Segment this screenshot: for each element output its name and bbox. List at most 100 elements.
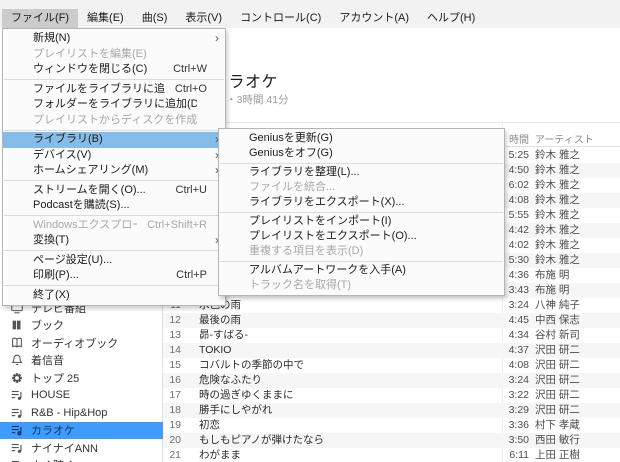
menu-item[interactable]: プレイリストをエクスポート(O)... xyxy=(219,229,504,244)
menu-item[interactable]: プレイリストをインポート(I) xyxy=(219,214,504,229)
track-time: 3:24 xyxy=(485,373,529,388)
menu-item-shortcut xyxy=(476,180,486,195)
menu-item[interactable]: Podcastを購読(S)... xyxy=(3,198,225,214)
track-time: 3:36 xyxy=(485,418,529,433)
track-artist: 八神 純子 xyxy=(535,298,580,313)
sidebar-item-ブック[interactable]: ブック xyxy=(0,317,163,335)
menu-separator xyxy=(220,261,503,262)
playlist-icon xyxy=(10,458,24,462)
sidebar-item-着信音[interactable]: 着信音 xyxy=(0,352,163,370)
track-number: 15 xyxy=(163,358,181,373)
menu-item[interactable]: ストリームを開く(O)... Ctrl+U xyxy=(3,183,225,199)
sidebar-item-よく聴く[interactable]: よく聴く xyxy=(0,457,163,462)
sidebar-item-ナイナイANN[interactable]: ナイナイANN xyxy=(0,439,163,457)
playlist-icon xyxy=(10,406,24,420)
menu-item-label: デバイス(V) xyxy=(33,148,197,164)
menu-item[interactable]: 変換(T) › xyxy=(3,233,225,249)
menu-item-shortcut xyxy=(476,146,486,161)
track-time: 3:22 xyxy=(485,388,529,403)
menubar-item[interactable]: 表示(V) xyxy=(176,9,231,28)
track-artist: 沢田 研二 xyxy=(535,388,580,403)
column-header-artist[interactable]: アーティスト xyxy=(535,131,594,146)
track-artist: 鈴木 雅之 xyxy=(535,193,580,208)
track-title: 最後の雨 xyxy=(199,313,490,328)
menu-item[interactable]: ウィンドウを閉じる(C) Ctrl+W xyxy=(3,62,225,78)
menu-item[interactable]: ライブラリを整理(L)... xyxy=(219,165,504,180)
menu-item[interactable]: プレイリストを編集(E) xyxy=(3,47,225,63)
table-row[interactable]: 20 もしもピアノが弾けたなら 3:50 西田 敏行 xyxy=(163,433,620,448)
track-number: 14 xyxy=(163,343,181,358)
sidebar-item-label: よく聴く xyxy=(31,457,75,462)
table-row[interactable]: 19 初恋 3:36 村下 孝蔵 xyxy=(163,418,620,433)
itunes-window: カラオケ 21曲・3時間 41分 時間 アーティスト 1 5:25 鈴木 雅之 … xyxy=(0,0,620,462)
menu-separator xyxy=(4,180,224,181)
menu-item-label: 終了(X) xyxy=(33,288,197,304)
menu-item-shortcut: Ctrl+O xyxy=(165,82,207,98)
sidebar-item-カラオケ[interactable]: カラオケ xyxy=(0,422,163,440)
menu-item[interactable]: 重複する項目を表示(D) xyxy=(219,244,504,259)
sidebar-item-HOUSE[interactable]: HOUSE xyxy=(0,387,163,405)
menu-item[interactable]: 終了(X) xyxy=(3,288,225,304)
menu-item-shortcut xyxy=(476,229,486,244)
track-time: 3:50 xyxy=(485,433,529,448)
menu-item[interactable]: 印刷(P)... Ctrl+P xyxy=(3,268,225,284)
table-row[interactable]: 18 勝手にしやがれ 3:29 沢田 研二 xyxy=(163,403,620,418)
track-artist: 布施 明 xyxy=(535,268,569,283)
table-row[interactable]: 11 水色の雨 3:24 八神 純子 xyxy=(163,298,620,313)
menu-item[interactable]: Windowsエクスプローラで表示(H) Ctrl+Shift+R xyxy=(3,218,225,234)
menu-item[interactable]: ホームシェアリング(M) › xyxy=(3,163,225,179)
menu-item-label: ライブラリ(B) xyxy=(33,132,197,148)
menu-item[interactable]: ライブラリ(B) › xyxy=(3,132,225,148)
menu-item[interactable]: Geniusを更新(G) xyxy=(219,131,504,146)
menu-item[interactable]: デバイス(V) › xyxy=(3,148,225,164)
menu-item-label: ファイルを統合... xyxy=(249,180,476,195)
menu-item[interactable]: 新規(N) › xyxy=(3,31,225,47)
menu-item-shortcut xyxy=(197,47,207,63)
menu-item-shortcut xyxy=(476,244,486,259)
track-artist: 鈴木 雅之 xyxy=(535,148,580,163)
track-number: 18 xyxy=(163,403,181,418)
sidebar-item-オーディオブック[interactable]: オーディオブック xyxy=(0,334,163,352)
menubar-item[interactable]: ファイル(F) xyxy=(2,9,78,28)
menu-item-shortcut xyxy=(476,278,486,293)
menu-item[interactable]: ライブラリをエクスポート(X)... xyxy=(219,195,504,210)
gear-icon xyxy=(10,371,24,385)
table-row[interactable]: 14 TOKIO 4:37 沢田 研二 xyxy=(163,343,620,358)
menubar-item[interactable]: アカウント(A) xyxy=(330,9,418,28)
sidebar-item-R&B - Hip&Hop[interactable]: R&B - Hip&Hop xyxy=(0,404,163,422)
menu-item[interactable]: トラック名を取得(T) xyxy=(219,278,504,293)
table-row[interactable]: 12 最後の雨 4:45 中西 保志 xyxy=(163,313,620,328)
menubar-item[interactable]: 編集(E) xyxy=(78,9,133,28)
menu-item[interactable]: ページ設定(U)... xyxy=(3,253,225,269)
menu-item[interactable]: フォルダーをライブラリに追加(D)... xyxy=(3,97,225,113)
menu-item-label: プレイリストをインポート(I) xyxy=(249,214,476,229)
track-title: 勝手にしやがれ xyxy=(199,403,490,418)
track-artist: 鈴木 雅之 xyxy=(535,208,580,223)
table-row[interactable]: 13 昴-すばる- 4:34 谷村 新司 xyxy=(163,328,620,343)
menu-separator xyxy=(4,79,224,80)
menu-separator xyxy=(220,212,503,213)
table-row[interactable]: 21 わがまま 6:11 上田 正樹 xyxy=(163,448,620,462)
menu-item-shortcut xyxy=(197,148,207,164)
track-number: 19 xyxy=(163,418,181,433)
menu-item[interactable]: アルバムアートワークを入手(A) xyxy=(219,263,504,278)
menu-item-shortcut xyxy=(197,97,207,113)
track-title: 水色の雨 xyxy=(199,298,490,313)
bell-icon xyxy=(10,353,24,367)
track-artist: 上田 正樹 xyxy=(535,448,580,462)
table-row[interactable]: 17 時の過ぎゆくままに 3:22 沢田 研二 xyxy=(163,388,620,403)
menu-item-label: Podcastを購読(S)... xyxy=(33,198,197,214)
menubar-item[interactable]: 曲(S) xyxy=(133,9,177,28)
menu-item[interactable]: ファイルをライブラリに追加(A)... Ctrl+O xyxy=(3,82,225,98)
menu-item-label: 印刷(P)... xyxy=(33,268,166,284)
sidebar-item-トップ 25[interactable]: トップ 25 xyxy=(0,369,163,387)
menubar-item[interactable]: ヘルプ(H) xyxy=(418,9,484,28)
table-row[interactable]: 15 コバルトの季節の中で 4:08 沢田 研二 xyxy=(163,358,620,373)
menu-item[interactable]: Geniusをオフ(G) xyxy=(219,146,504,161)
menubar-item[interactable]: コントロール(C) xyxy=(231,9,330,28)
menu-item[interactable]: プレイリストからディスクを作成 xyxy=(3,113,225,129)
menu-item[interactable]: ファイルを統合... xyxy=(219,180,504,195)
table-row[interactable]: 16 危険なふたり 3:24 沢田 研二 xyxy=(163,373,620,388)
menu-separator xyxy=(4,130,224,131)
track-artist: 沢田 研二 xyxy=(535,373,580,388)
